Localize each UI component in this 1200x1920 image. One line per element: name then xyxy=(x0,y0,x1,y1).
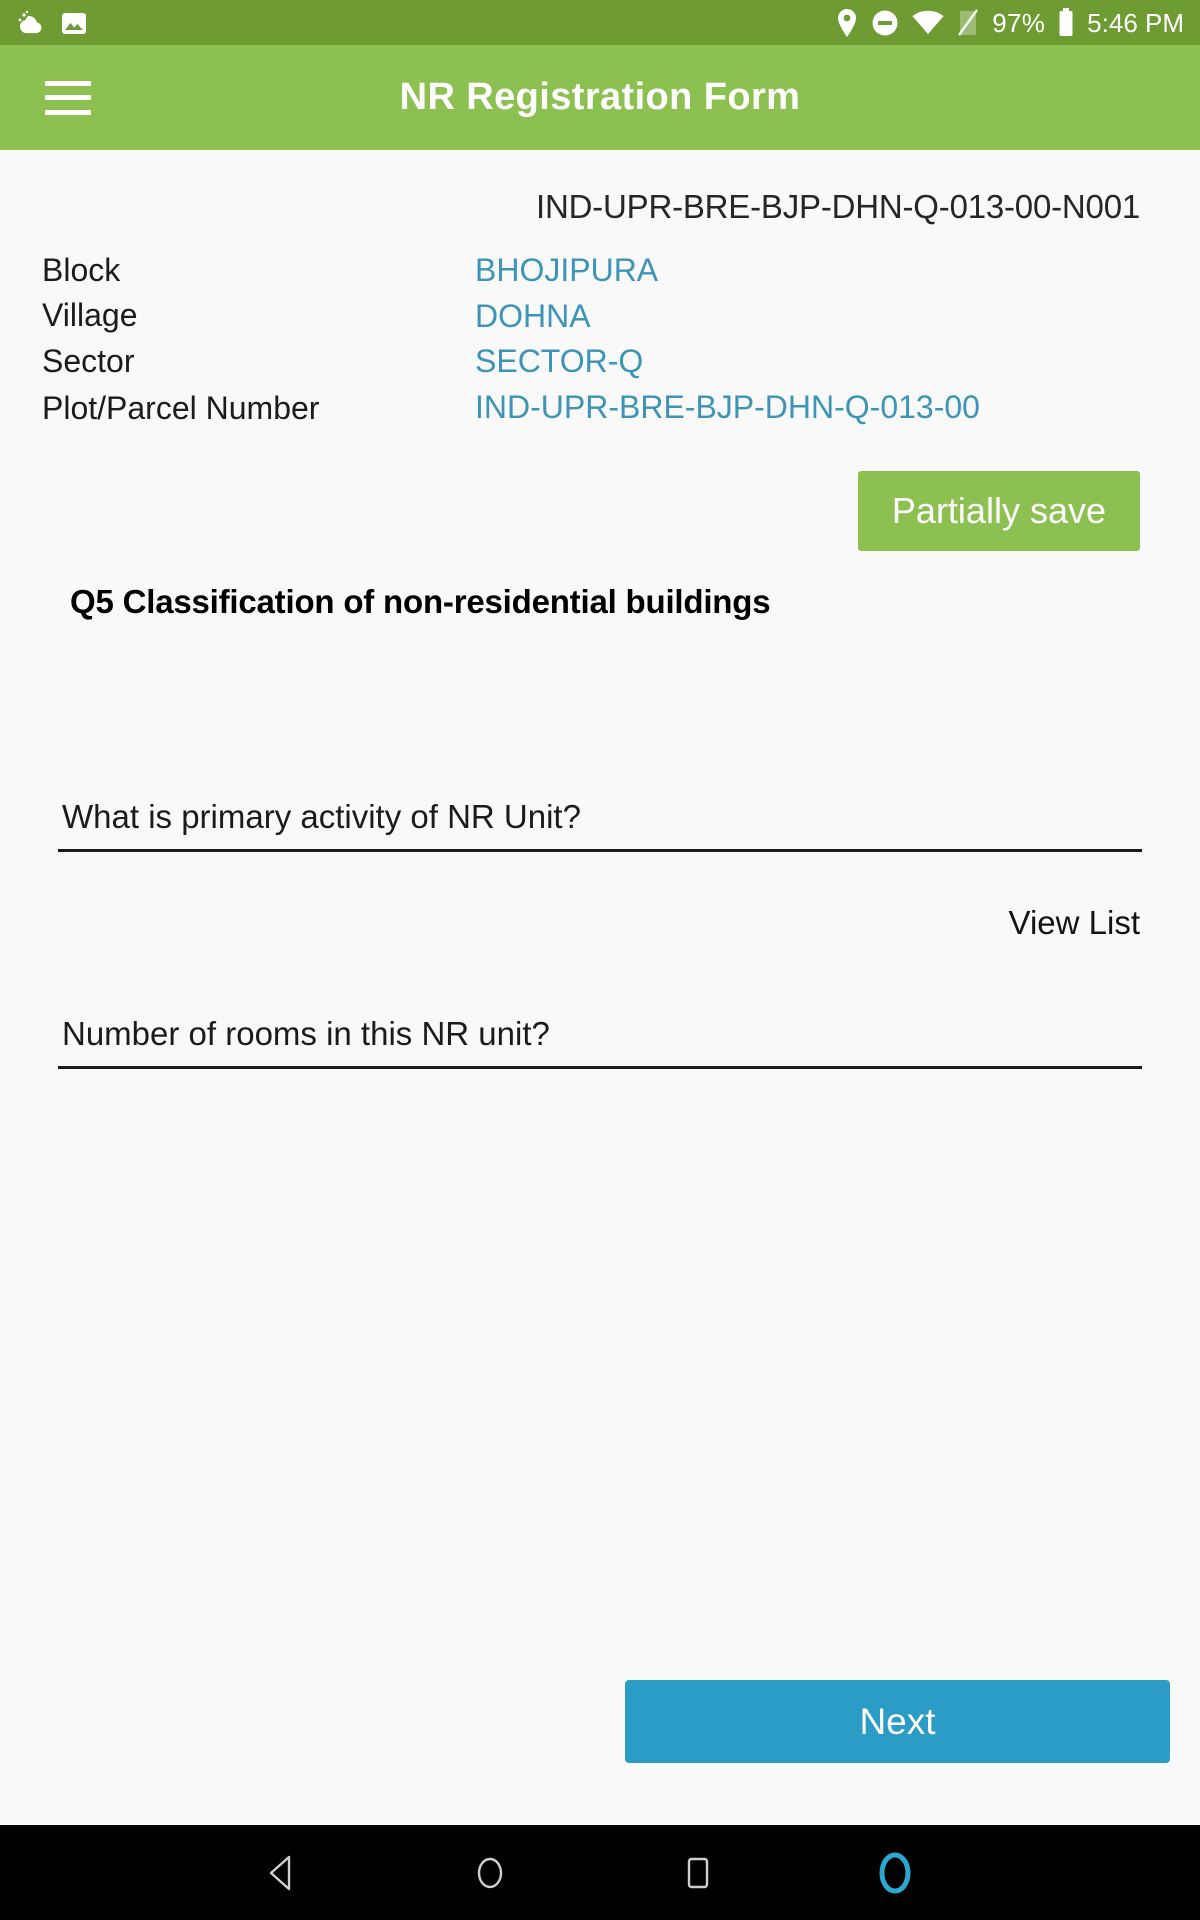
phone-screen: 97% 5:46 PM NR Registration Form IND-UPR… xyxy=(0,0,1200,1920)
hamburger-menu-icon[interactable] xyxy=(45,80,91,115)
screenshot-image-icon xyxy=(60,9,88,37)
partially-save-button[interactable]: Partially save xyxy=(857,471,1140,552)
form-content: IND-UPR-BRE-BJP-DHN-Q-013-00-N001 Block … xyxy=(0,150,1200,1825)
sector-label: Sector xyxy=(42,342,135,379)
do-not-disturb-icon xyxy=(871,9,899,37)
primary-activity-label: What is primary activity of NR Unit? xyxy=(62,798,581,836)
home-circle-icon[interactable] xyxy=(450,1825,530,1920)
record-id-label: IND-UPR-BRE-BJP-DHN-Q-013-00-N001 xyxy=(535,188,1140,225)
table-row: Block BHOJIPURA xyxy=(30,248,1170,293)
rooms-underline xyxy=(58,1065,1142,1069)
village-label: Village xyxy=(42,297,138,334)
status-bar-left-icons xyxy=(16,9,88,37)
hamburger-bar-2 xyxy=(45,95,91,100)
rooms-field[interactable]: Number of rooms in this NR unit? xyxy=(58,1014,1142,1069)
status-bar: 97% 5:46 PM xyxy=(0,0,1200,45)
assistant-circle-icon[interactable] xyxy=(855,1825,935,1920)
wifi-icon xyxy=(912,10,944,36)
recents-square-icon[interactable] xyxy=(658,1825,738,1920)
plot-parcel-number-value: IND-UPR-BRE-BJP-DHN-Q-013-00 xyxy=(475,389,980,426)
block-value: BHOJIPURA xyxy=(475,252,659,289)
next-button-row: Next xyxy=(0,1680,1200,1763)
partially-save-row: Partially save xyxy=(30,471,1170,552)
hamburger-bar-1 xyxy=(45,80,91,86)
next-button[interactable]: Next xyxy=(625,1680,1170,1763)
record-info-table: Block BHOJIPURA Village DOHNA Sector SEC… xyxy=(30,248,1170,433)
rooms-label: Number of rooms in this NR unit? xyxy=(62,1014,550,1052)
location-pin-icon xyxy=(836,8,858,38)
view-list-button[interactable]: View List xyxy=(1009,904,1140,942)
table-row: Sector SECTOR-Q xyxy=(30,339,1170,384)
app-bar: NR Registration Form xyxy=(0,45,1200,150)
battery-icon xyxy=(1058,7,1074,38)
village-value: DOHNA xyxy=(475,297,591,334)
hamburger-bar-3 xyxy=(45,109,91,115)
page-title: NR Registration Form xyxy=(399,76,801,118)
table-row: Village DOHNA xyxy=(30,293,1170,338)
view-list-row: View List xyxy=(30,904,1170,942)
sector-value: SECTOR-Q xyxy=(475,343,644,380)
weather-cloud-icon xyxy=(16,9,46,37)
no-sim-signal-icon xyxy=(957,8,979,37)
status-bar-clock: 5:46 PM xyxy=(1087,7,1184,38)
plot-parcel-number-label: Plot/Parcel Number xyxy=(42,390,320,427)
primary-activity-field[interactable]: What is primary activity of NR Unit? xyxy=(58,797,1142,852)
android-nav-bar xyxy=(0,1825,1200,1920)
primary-activity-underline xyxy=(58,848,1142,852)
status-bar-right-icons: 97% 5:46 PM xyxy=(836,7,1184,38)
question-heading: Q5 Classification of non-residential bui… xyxy=(70,583,771,621)
table-row: Plot/Parcel Number IND-UPR-BRE-BJP-DHN-Q… xyxy=(30,384,1170,433)
back-triangle-icon[interactable] xyxy=(243,1825,323,1920)
battery-percent-label: 97% xyxy=(992,7,1046,38)
block-label: Block xyxy=(42,252,121,288)
